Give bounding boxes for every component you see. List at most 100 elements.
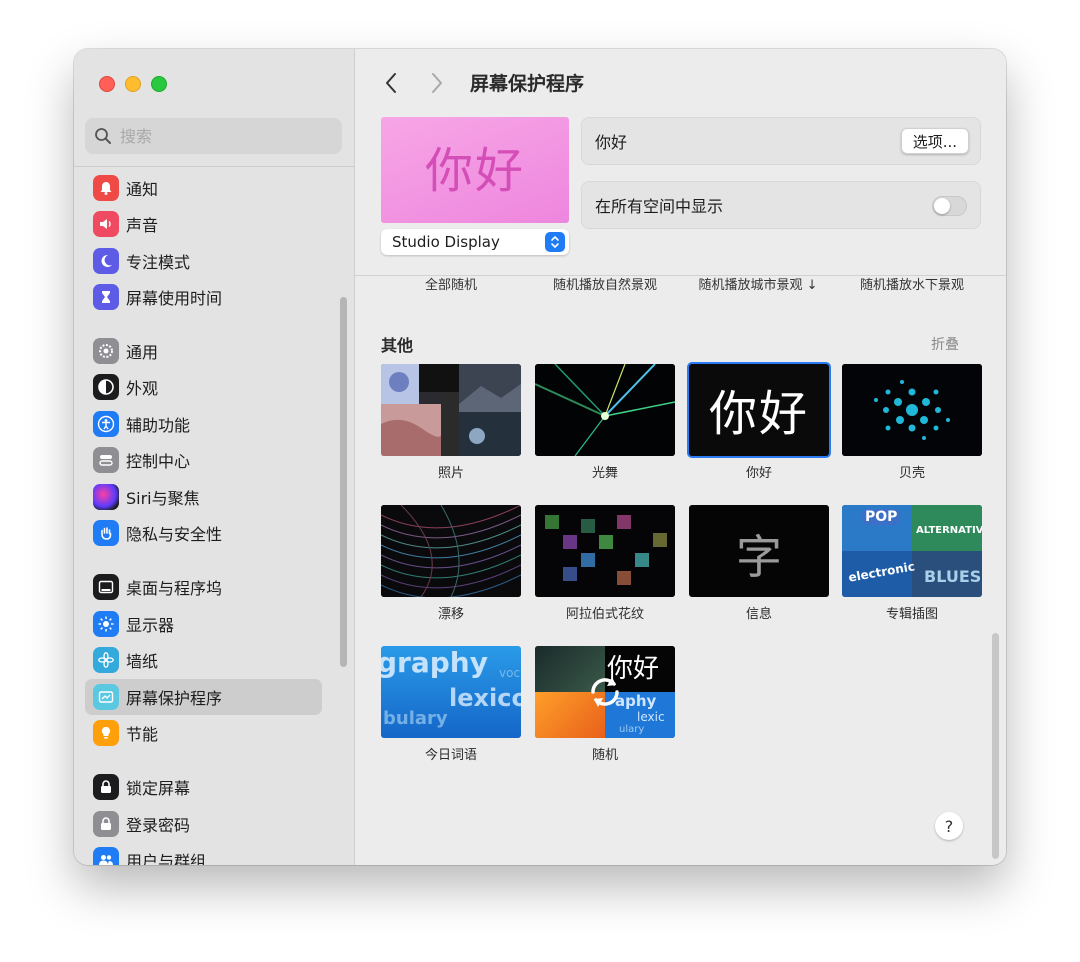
saver-tile-random[interactable]: 你好 aphy lexic ulary [535,646,675,738]
current-saver-row: 你好 选项... [581,117,981,165]
collapse-button[interactable]: 折叠 [931,334,959,354]
shuffle-cityscape-label[interactable]: 随机播放城市景观 ↓ [688,274,828,293]
sidebar-scrollbar[interactable] [340,297,347,667]
minimize-button[interactable] [125,76,141,92]
sidebar-item-label: 隐私与安全性 [126,525,223,544]
album-word: POP [862,509,901,525]
bell-icon [93,175,119,201]
sidebar-item-label: 显示器 [126,616,175,635]
sidebar-item-focus[interactable]: 专注模式 [85,243,322,279]
search-input[interactable] [120,125,330,147]
chevron-updown-icon [545,232,565,252]
sidebar-item-label: 辅助功能 [126,416,191,435]
forward-button[interactable] [425,69,449,97]
sidebar-item-label: 通知 [126,180,159,199]
saver-tile-arabesque[interactable] [535,505,675,597]
shuffle-underwater-label[interactable]: 随机播放水下景观 [842,274,982,293]
back-button[interactable] [379,69,403,97]
saver-label: 随机 [591,748,618,763]
sidebar-item-siri[interactable]: Siri与聚焦 [85,479,322,515]
shuffle-all-label[interactable]: 全部随机 [381,274,521,293]
sidebar-item-label: 屏幕保护程序 [126,689,223,708]
random-word: ulary [619,724,645,735]
options-button[interactable]: 选项... [900,128,969,154]
bulb-icon [93,720,119,746]
sidebar-item-displays[interactable]: 显示器 [85,606,322,642]
dock-icon [93,574,119,600]
saver-tile-shell[interactable] [842,364,982,456]
screensaver-preview[interactable]: 你好 [381,117,569,223]
shuffle-landscape-label[interactable]: 随机播放自然景观 [535,274,675,293]
sidebar: 通知 声音 专注模式 屏幕使用时间 通用 [74,49,355,865]
sidebar-item-label: 声音 [126,216,159,235]
album-word: BLUES [924,567,982,586]
sidebar-item-label: 通用 [126,343,159,362]
sidebar-item-energy[interactable]: 节能 [85,715,322,751]
saver-label: 光舞 [591,466,618,481]
shuffle-icon [591,677,619,707]
sidebar-item-label: 节能 [126,725,159,744]
saver-tile-word-of-the-day[interactable]: graphy lexico bulary voc [381,646,521,738]
show-all-spaces-row: 在所有空间中显示 [581,181,981,229]
sidebar-item-general[interactable]: 通用 [85,333,322,369]
saver-label: 你好 [745,466,772,481]
page-title: 屏幕保护程序 [470,73,585,95]
drift-thumbnail [381,505,521,597]
photos-thumbnail [381,364,521,456]
saver-tile-message[interactable]: 字 [689,505,829,597]
saver-tile-album-artwork[interactable]: POP ALTERNATIVE electronic BLUES [842,505,982,597]
accessibility-icon [93,411,119,437]
word-tile-word: lexico [449,684,521,712]
main-scrollbar[interactable] [992,633,999,859]
sidebar-item-label: Siri与聚焦 [126,489,200,508]
sidebar-item-label: 专注模式 [126,253,191,272]
random-word: lexic [637,710,665,724]
hello-tile-text: 你好 [708,386,809,442]
chevron-right-icon [432,73,442,93]
sidebar-item-users-groups[interactable]: 用户与群组 [85,842,322,865]
lock-screen-icon [93,774,119,800]
sidebar-item-screen-saver[interactable]: 屏幕保护程序 [85,679,322,715]
zoom-button[interactable] [151,76,167,92]
word-tile-word: graphy [381,646,488,679]
screensaver-icon [93,684,119,710]
help-button[interactable]: ? [935,812,963,840]
sidebar-item-label: 控制中心 [126,452,191,471]
close-button[interactable] [99,76,115,92]
sidebar-item-appearance[interactable]: 外观 [85,369,322,405]
saver-tile-photos[interactable] [381,364,521,456]
saver-tile-hello[interactable]: 你好 [689,364,829,456]
sidebar-item-wallpaper[interactable]: 墙纸 [85,642,322,678]
sidebar-item-desktop-dock[interactable]: 桌面与程序坞 [85,569,322,605]
saver-label: 贝壳 [898,466,925,481]
control-center-icon [93,447,119,473]
current-saver-name: 你好 [595,133,628,152]
sidebar-item-label: 外观 [126,379,159,398]
gear-icon [93,338,119,364]
sidebar-item-notifications[interactable]: 通知 [85,170,322,206]
show-all-spaces-label: 在所有空间中显示 [595,197,724,216]
sidebar-item-privacy[interactable]: 隐私与安全性 [85,515,322,551]
sidebar-item-accessibility[interactable]: 辅助功能 [85,406,322,442]
main-content: 屏幕保护程序 你好 Studio Display 你好 选项... 在所有空间中… [355,49,1006,865]
display-select[interactable]: Studio Display [381,229,569,255]
saver-label: 照片 [437,466,464,481]
sidebar-item-control-center[interactable]: 控制中心 [85,442,322,478]
saver-label: 今日词语 [424,748,477,763]
moon-icon [93,248,119,274]
show-all-spaces-toggle[interactable] [932,196,967,216]
arabesque-thumbnail [535,505,675,597]
sidebar-divider [74,166,354,167]
sidebar-item-sound[interactable]: 声音 [85,206,322,242]
search-field[interactable] [85,118,342,154]
sidebar-item-login-password[interactable]: 登录密码 [85,806,322,842]
saver-tile-drift[interactable] [381,505,521,597]
saver-tile-flurry[interactable] [535,364,675,456]
sidebar-item-lock-screen[interactable]: 锁定屏幕 [85,769,322,805]
saver-label: 阿拉伯式花纹 [565,607,644,622]
sidebar-item-label: 屏幕使用时间 [126,289,223,308]
sidebar-item-screen-time[interactable]: 屏幕使用时间 [85,279,322,315]
siri-icon [93,484,119,510]
saver-label: 漂移 [437,607,464,622]
chevron-left-icon [386,73,396,93]
